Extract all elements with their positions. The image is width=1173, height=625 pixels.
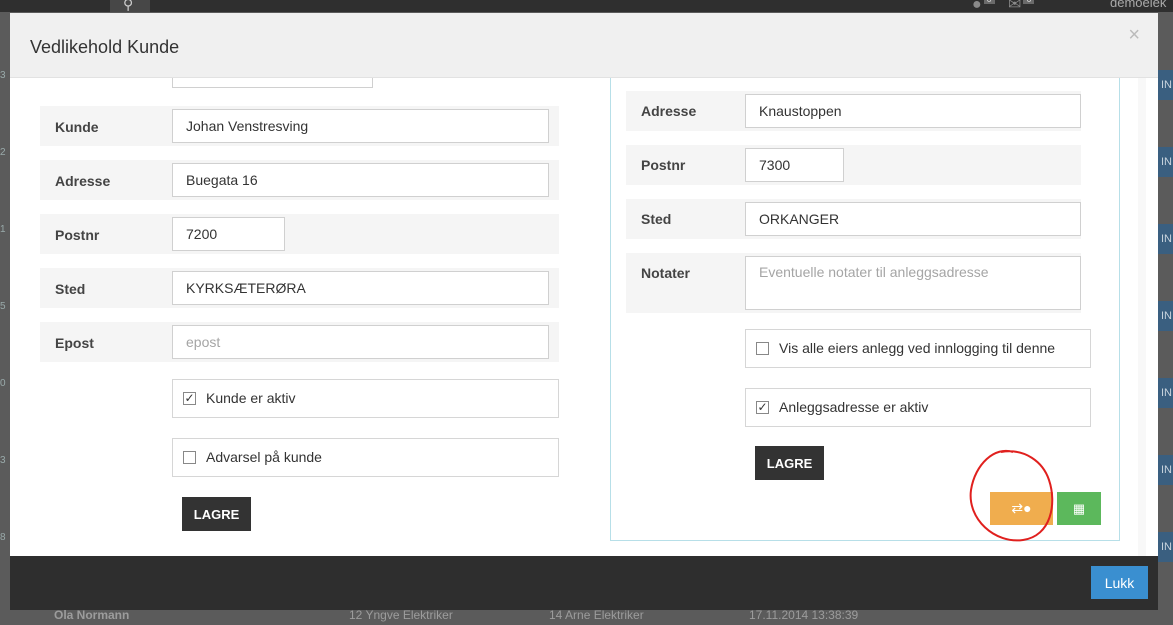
r-sted-label: Sted bbox=[641, 211, 672, 227]
modal-body[interactable]: Kunde Johan Venstresving Adresse Buegata… bbox=[10, 78, 1158, 556]
transfer-user-icon: ⇄● bbox=[1011, 500, 1032, 516]
background-username: demoelek bbox=[1110, 0, 1167, 10]
side-button: IN bbox=[1158, 532, 1173, 562]
background-search-button: ⚲ bbox=[110, 0, 150, 12]
epost-input[interactable]: epost bbox=[172, 325, 549, 359]
kunde-aktiv-row[interactable]: ✓ Kunde er aktiv bbox=[172, 379, 559, 418]
row-num: 3 bbox=[0, 455, 6, 466]
address-panel: Adresse Knaustoppen Postnr 7300 Sted ORK… bbox=[610, 78, 1120, 541]
row-col2: 12 Yngve Elektriker bbox=[349, 608, 453, 622]
row-date: 17.11.2014 13:38:39 bbox=[749, 608, 859, 622]
mail-badge: 0 bbox=[1023, 0, 1035, 4]
r-notater-label: Notater bbox=[641, 265, 691, 281]
anlegg-aktiv-row[interactable]: ✓ Anleggsadresse er aktiv bbox=[745, 388, 1091, 427]
lukk-button[interactable]: Lukk bbox=[1091, 566, 1148, 599]
postnr-input[interactable]: 7200 bbox=[172, 217, 285, 251]
kunde-input[interactable]: Johan Venstresving bbox=[172, 109, 549, 143]
side-button: IN bbox=[1158, 378, 1173, 408]
kunde-label: Kunde bbox=[55, 119, 99, 135]
row-num: 0 bbox=[0, 378, 6, 389]
postnr-row: Postnr 7200 bbox=[40, 214, 559, 254]
side-button: IN bbox=[1158, 147, 1173, 177]
r-sted-row: Sted ORKANGER bbox=[626, 199, 1081, 239]
side-button: IN bbox=[1158, 70, 1173, 100]
transfer-owner-button[interactable]: ⇄● bbox=[990, 492, 1053, 525]
row-name: Ola Normann bbox=[54, 608, 130, 622]
background-row-numbers: 3 2 1 5 0 3 8 bbox=[0, 70, 10, 609]
right-save-button[interactable]: LAGRE bbox=[755, 446, 824, 480]
notify-badge: 0 bbox=[983, 0, 995, 4]
modal-scrollbar[interactable] bbox=[1138, 78, 1146, 556]
row-num: 1 bbox=[0, 224, 6, 235]
r-notater-row: Notater Eventuelle notater til anleggsad… bbox=[626, 253, 1081, 313]
r-adresse-input[interactable]: Knaustoppen bbox=[745, 94, 1081, 128]
row-num: 8 bbox=[0, 532, 6, 543]
sted-label: Sted bbox=[55, 281, 86, 297]
vis-alle-row[interactable]: Vis alle eiers anlegg ved innlogging til… bbox=[745, 329, 1091, 368]
mail-icon: ✉ bbox=[1008, 0, 1022, 13]
adresse-row: Adresse Buegata 16 bbox=[40, 160, 559, 200]
row-num: 2 bbox=[0, 147, 6, 158]
close-icon[interactable]: × bbox=[1128, 24, 1140, 47]
r-notater-textarea[interactable]: Eventuelle notater til anleggsadresse bbox=[745, 256, 1081, 310]
kunde-aktiv-checkbox[interactable]: ✓ bbox=[183, 392, 196, 405]
background-side-buttons: IN IN IN IN IN IN IN bbox=[1158, 70, 1173, 609]
row-num: 3 bbox=[0, 70, 6, 81]
r-sted-input[interactable]: ORKANGER bbox=[745, 202, 1081, 236]
cut-off-input[interactable] bbox=[172, 78, 373, 88]
advarsel-label: Advarsel på kunde bbox=[206, 449, 322, 465]
r-postnr-row: Postnr 7300 bbox=[626, 145, 1081, 185]
side-button: IN bbox=[1158, 455, 1173, 485]
grid-button[interactable]: ▦ bbox=[1057, 492, 1101, 525]
r-postnr-label: Postnr bbox=[641, 157, 686, 173]
search-icon: ⚲ bbox=[123, 0, 134, 12]
modal-footer: Lukk bbox=[10, 556, 1158, 610]
left-save-button[interactable]: LAGRE bbox=[182, 497, 251, 531]
postnr-label: Postnr bbox=[55, 227, 100, 243]
anlegg-aktiv-checkbox[interactable]: ✓ bbox=[756, 401, 769, 414]
kunde-row: Kunde Johan Venstresving bbox=[40, 106, 559, 146]
sted-input[interactable]: KYRKSÆTERØRA bbox=[172, 271, 549, 305]
side-button: IN bbox=[1158, 301, 1173, 331]
row-num: 5 bbox=[0, 301, 6, 312]
advarsel-row[interactable]: Advarsel på kunde bbox=[172, 438, 559, 477]
vis-alle-checkbox[interactable] bbox=[756, 342, 769, 355]
epost-label: Epost bbox=[55, 335, 94, 351]
advarsel-checkbox[interactable] bbox=[183, 451, 196, 464]
kunde-aktiv-label: Kunde er aktiv bbox=[206, 390, 296, 406]
side-button: IN bbox=[1158, 224, 1173, 254]
epost-row: Epost epost bbox=[40, 322, 559, 362]
users-icon: ● bbox=[972, 0, 982, 13]
adresse-input[interactable]: Buegata 16 bbox=[172, 163, 549, 197]
vis-alle-label: Vis alle eiers anlegg ved innlogging til… bbox=[779, 340, 1056, 356]
grid-icon: ▦ bbox=[1072, 500, 1086, 516]
r-postnr-input[interactable]: 7300 bbox=[745, 148, 844, 182]
anlegg-aktiv-label: Anleggsadresse er aktiv bbox=[779, 399, 929, 415]
r-adresse-row: Adresse Knaustoppen bbox=[626, 91, 1081, 131]
row-col3: 14 Arne Elektriker bbox=[549, 608, 644, 622]
modal-title: Vedlikehold Kunde bbox=[30, 37, 180, 57]
sted-row: Sted KYRKSÆTERØRA bbox=[40, 268, 559, 308]
r-adresse-label: Adresse bbox=[641, 103, 697, 119]
adresse-label: Adresse bbox=[55, 173, 111, 189]
modal-header: Vedlikehold Kunde × bbox=[10, 13, 1158, 78]
customer-modal: Vedlikehold Kunde × Kunde Johan Venstres… bbox=[10, 13, 1158, 610]
background-notifications: ●0 ✉0 bbox=[972, 0, 1035, 14]
